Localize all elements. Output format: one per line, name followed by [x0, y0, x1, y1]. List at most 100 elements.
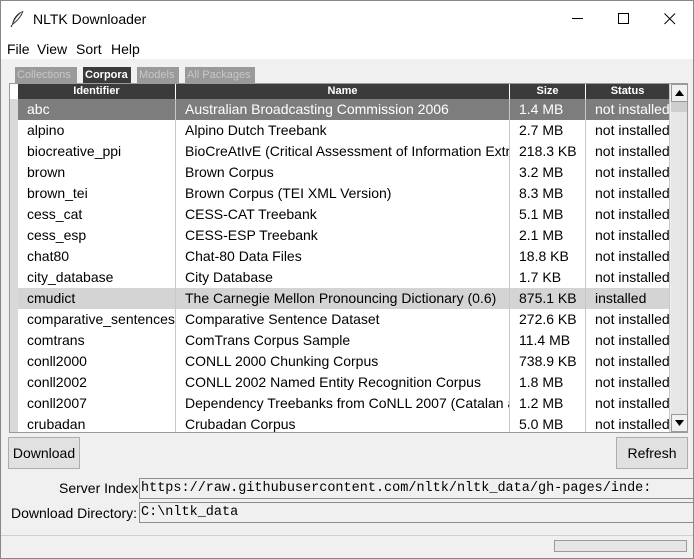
cell-size: 738.9 KB	[519, 353, 577, 369]
download-button[interactable]: Download	[8, 437, 80, 469]
table-gutter	[10, 99, 18, 432]
table-row[interactable]: chat80 Chat-80 Data Files 18.8 KB not insta…	[18, 246, 669, 267]
cell-identifier: biocreative_ppi	[27, 143, 122, 159]
cell-status: installed	[595, 290, 647, 306]
cell-status: not installed	[595, 269, 669, 285]
maximize-button[interactable]	[601, 1, 647, 37]
refresh-button[interactable]: Refresh	[616, 437, 688, 469]
cell-size: 272.6 KB	[519, 311, 577, 327]
table-row[interactable]: alpino Alpino Dutch Treebank 2.7 MB not ins…	[18, 120, 669, 141]
cell-size: 3.2 MB	[519, 164, 564, 180]
table-row[interactable]: cess_cat CESS-CAT Treebank 5.1 MB not insta…	[18, 204, 669, 225]
cell-status: not installed	[595, 353, 669, 369]
column-divider	[175, 99, 176, 432]
menu-sort[interactable]: Sort	[76, 41, 102, 57]
cell-identifier: cmudict	[27, 290, 76, 306]
table-row[interactable]: brown_tei Brown Corpus (TEI XML Version) 8…	[18, 183, 669, 204]
server-index-field[interactable]: https://raw.githubusercontent.com/nltk/n…	[139, 478, 693, 499]
cell-name: CONLL 2000 Chunking Corpus	[185, 353, 379, 369]
cell-status: not installed	[595, 311, 669, 327]
cell-identifier: city_database	[27, 269, 114, 285]
cell-identifier: abc	[27, 101, 50, 117]
cell-identifier: brown_tei	[27, 185, 88, 201]
cell-name: ComTrans Corpus Sample	[185, 332, 351, 348]
scrollbar-thumb[interactable]	[671, 102, 687, 112]
table-row[interactable]: comtrans ComTrans Corpus Sample 11.4 MB not…	[18, 330, 669, 351]
table-row[interactable]: cess_esp CESS-ESP Treebank 2.1 MB not insta…	[18, 225, 669, 246]
close-button[interactable]	[647, 1, 693, 37]
vertical-scrollbar[interactable]	[669, 84, 687, 432]
cell-name: CESS-ESP Treebank	[185, 227, 318, 243]
cell-status: not installed	[595, 374, 669, 390]
cell-name: Comparative Sentence Dataset	[185, 311, 380, 327]
table-row[interactable]: comparative_sentences Comparative Sentenc…	[18, 309, 669, 330]
table-row[interactable]: cmudict The Carnegie Mellon Pronouncing D…	[18, 288, 669, 309]
scroll-down-button[interactable]	[671, 414, 687, 432]
cell-name: Chat-80 Data Files	[185, 248, 302, 264]
cell-status: not installed	[595, 416, 669, 432]
scroll-up-button[interactable]	[671, 84, 687, 102]
maximize-icon	[618, 13, 629, 24]
cell-name: Crubadan Corpus	[185, 416, 296, 432]
status-bar	[1, 535, 693, 558]
cell-identifier: alpino	[27, 122, 65, 138]
package-table: Identifier Name Size Status abc Australia…	[9, 83, 688, 433]
cell-status: not installed	[595, 395, 669, 411]
tab-all-packages[interactable]: All Packages	[185, 67, 255, 83]
minimize-button[interactable]	[555, 1, 601, 37]
cell-size: 8.3 MB	[519, 185, 564, 201]
close-icon	[664, 13, 676, 25]
cell-size: 218.3 KB	[519, 143, 577, 159]
table-row[interactable]: brown Brown Corpus 3.2 MB not installed	[18, 162, 669, 183]
table-rows: abc Australian Broadcasting Commission 20…	[18, 99, 669, 432]
menu-view[interactable]: View	[37, 41, 67, 57]
table-row[interactable]: abc Australian Broadcasting Commission 20…	[18, 99, 669, 120]
scroll-up-arrow-icon	[675, 90, 684, 96]
cell-identifier: chat80	[27, 248, 70, 264]
table-row[interactable]: biocreative_ppi BioCreAtIvE (Critical Ass…	[18, 141, 669, 162]
column-divider	[509, 99, 510, 432]
tab-models[interactable]: Models	[137, 67, 179, 83]
cell-name: Brown Corpus	[185, 164, 274, 180]
cell-status: not installed	[595, 164, 669, 180]
tab-collections[interactable]: Collections	[15, 67, 77, 83]
column-header-status[interactable]: Status	[586, 84, 669, 99]
table-row[interactable]: conll2007 Dependency Treebanks from CoNLL…	[18, 393, 669, 414]
download-directory-field[interactable]: C:\nltk_data	[139, 502, 693, 523]
cell-size: 875.1 KB	[519, 290, 577, 306]
table-row[interactable]: conll2002 CONLL 2002 Named Entity Recogni…	[18, 372, 669, 393]
cell-size: 1.4 MB	[519, 101, 564, 117]
cell-identifier: comtrans	[27, 332, 85, 348]
menu-bar: File View Sort Help	[1, 37, 693, 59]
cell-status: not installed	[595, 227, 669, 243]
cell-size: 1.8 MB	[519, 374, 564, 390]
feather-icon	[9, 10, 25, 28]
title-bar: NLTK Downloader	[1, 1, 693, 37]
cell-name: CESS-CAT Treebank	[185, 206, 317, 222]
minimize-icon	[572, 18, 583, 19]
scroll-down-arrow-icon	[675, 420, 684, 426]
tab-corpora[interactable]: Corpora	[83, 67, 131, 83]
cell-name: CONLL 2002 Named Entity Recognition Corp…	[185, 374, 481, 390]
cell-status: not installed	[595, 101, 669, 117]
cell-status: not installed	[595, 248, 669, 264]
cell-name: Alpino Dutch Treebank	[185, 122, 327, 138]
cell-identifier: cess_cat	[27, 206, 83, 222]
cell-size: 5.1 MB	[519, 206, 564, 222]
table-row[interactable]: conll2000 CONLL 2000 Chunking Corpus 738.9…	[18, 351, 669, 372]
cell-identifier: conll2000	[27, 353, 87, 369]
column-header-identifier[interactable]: Identifier	[18, 84, 175, 99]
table-row[interactable]: crubadan Crubadan Corpus 5.0 MB not install…	[18, 414, 669, 432]
menu-help[interactable]: Help	[111, 41, 140, 57]
scrollbar-track[interactable]	[671, 102, 687, 414]
cell-name: Dependency Treebanks from CoNLL 2007 (Ca…	[185, 395, 509, 411]
download-directory-label: Download Directory:	[11, 505, 138, 521]
cell-name: Brown Corpus (TEI XML Version)	[185, 185, 392, 201]
menu-file[interactable]: File	[7, 41, 30, 57]
column-header-name[interactable]: Name	[176, 84, 509, 99]
cell-status: not installed	[595, 143, 669, 159]
cell-size: 1.2 MB	[519, 395, 564, 411]
cell-identifier: conll2002	[27, 374, 87, 390]
table-row[interactable]: city_database City Database 1.7 KB not inst…	[18, 267, 669, 288]
column-header-size[interactable]: Size	[510, 84, 585, 99]
